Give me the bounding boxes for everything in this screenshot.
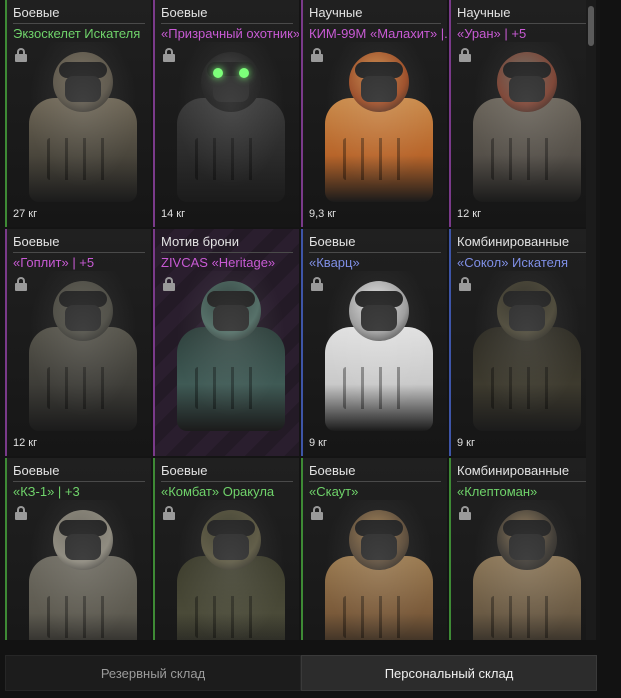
exoskeleton-armor-icon [19, 42, 147, 202]
lock-icon [459, 277, 471, 291]
scientific-suit-orange-icon [315, 42, 443, 202]
item-category: Комбинированные [457, 463, 570, 478]
item-weight: 9 кг [457, 437, 475, 449]
item-card[interactable]: Боевые «Комбат» Оракула [153, 458, 299, 640]
item-category: Научные [457, 5, 511, 20]
item-card[interactable]: Боевые Экзоскелет Искателя 27 кг [5, 0, 151, 227]
category-divider [161, 252, 293, 253]
category-divider [309, 252, 441, 253]
category-divider [161, 23, 293, 24]
lock-icon [163, 277, 175, 291]
lock-icon [15, 48, 27, 62]
item-card[interactable]: Боевые «КЗ-1» | +3 [5, 458, 151, 640]
scrollbar-thumb[interactable] [588, 6, 594, 46]
item-category: Боевые [13, 234, 60, 249]
item-name: «Уран» | +5 [457, 26, 527, 41]
tab-reserve-stash[interactable]: Резервный склад [5, 655, 301, 691]
item-category: Научные [309, 5, 363, 20]
item-card[interactable]: Боевые «Призрачный охотник» 14 кг [153, 0, 299, 227]
scientific-suit-camo-icon [463, 42, 591, 202]
item-name: «Скаут» [309, 484, 359, 499]
item-name: «Гоплит» | +5 [13, 255, 95, 270]
lock-icon [311, 48, 323, 62]
item-card[interactable]: Комбинированные «Клептоман» [449, 458, 595, 640]
item-name: «КЗ-1» | +3 [13, 484, 80, 499]
item-category: Боевые [309, 463, 356, 478]
lock-icon [459, 506, 471, 520]
falcon-armor-icon [463, 271, 591, 431]
category-divider [309, 23, 441, 24]
item-weight: 14 кг [161, 208, 186, 220]
item-name: «Призрачный охотник» [161, 26, 299, 41]
item-card[interactable]: Боевые «Гоплит» | +5 12 кг [5, 229, 151, 456]
lock-icon [163, 48, 175, 62]
scrollbar[interactable] [586, 0, 596, 640]
lock-icon [459, 48, 471, 62]
item-card[interactable]: Мотив брони ZIVCAS «Heritage» [153, 229, 299, 456]
item-name: КИМ-99М «Малахит» |... [309, 26, 447, 41]
combat-armor-icon [167, 500, 295, 640]
item-card[interactable]: Боевые «Скаут» [301, 458, 447, 640]
item-category: Комбинированные [457, 234, 570, 249]
lock-icon [163, 506, 175, 520]
item-category: Боевые [161, 463, 208, 478]
item-name: ZIVCAS «Heritage» [161, 255, 276, 270]
item-name: «Клептоман» [457, 484, 538, 499]
kleptoman-armor-icon [463, 500, 591, 640]
item-weight: 9,3 кг [309, 208, 337, 220]
item-category: Боевые [161, 5, 208, 20]
item-weight: 12 кг [13, 437, 38, 449]
item-name: «Комбат» Оракула [161, 484, 275, 499]
category-divider [457, 481, 589, 482]
ghost-hunter-armor-icon [167, 42, 295, 202]
item-name: Экзоскелет Искателя [13, 26, 141, 41]
item-card[interactable]: Комбинированные «Сокол» Искателя 9 кг [449, 229, 595, 456]
scout-armor-icon [315, 500, 443, 640]
item-name: «Сокол» Искателя [457, 255, 569, 270]
item-card[interactable]: Научные КИМ-99М «Малахит» |... 9,3 кг [301, 0, 447, 227]
category-divider [13, 252, 145, 253]
armor-motif-heritage-icon [167, 271, 295, 431]
kz1-hooded-armor-icon [19, 500, 147, 640]
quartz-winter-armor-icon [315, 271, 443, 431]
item-weight: 9 кг [309, 437, 327, 449]
category-divider [161, 481, 293, 482]
item-category: Боевые [309, 234, 356, 249]
item-name: «Кварц» [309, 255, 360, 270]
item-card[interactable]: Научные «Уран» | +5 12 кг [449, 0, 595, 227]
stash-grid-area: Боевые Экзоскелет Искателя 27 кг Боевые … [0, 0, 600, 640]
category-divider [457, 252, 589, 253]
item-weight: 27 кг [13, 208, 38, 220]
lock-icon [311, 506, 323, 520]
item-category: Мотив брони [161, 234, 239, 249]
stash-tabs: Резервный склад Персональный склад [5, 655, 597, 691]
item-card[interactable]: Боевые «Кварц» 9 кг [301, 229, 447, 456]
hoplite-armor-icon [19, 271, 147, 431]
item-category: Боевые [13, 5, 60, 20]
lock-icon [15, 506, 27, 520]
lock-icon [15, 277, 27, 291]
tab-personal-stash[interactable]: Персональный склад [301, 655, 597, 691]
category-divider [13, 23, 145, 24]
item-grid: Боевые Экзоскелет Искателя 27 кг Боевые … [5, 0, 597, 640]
category-divider [457, 23, 589, 24]
item-weight: 12 кг [457, 208, 482, 220]
category-divider [309, 481, 441, 482]
lock-icon [311, 277, 323, 291]
item-category: Боевые [13, 463, 60, 478]
category-divider [13, 481, 145, 482]
